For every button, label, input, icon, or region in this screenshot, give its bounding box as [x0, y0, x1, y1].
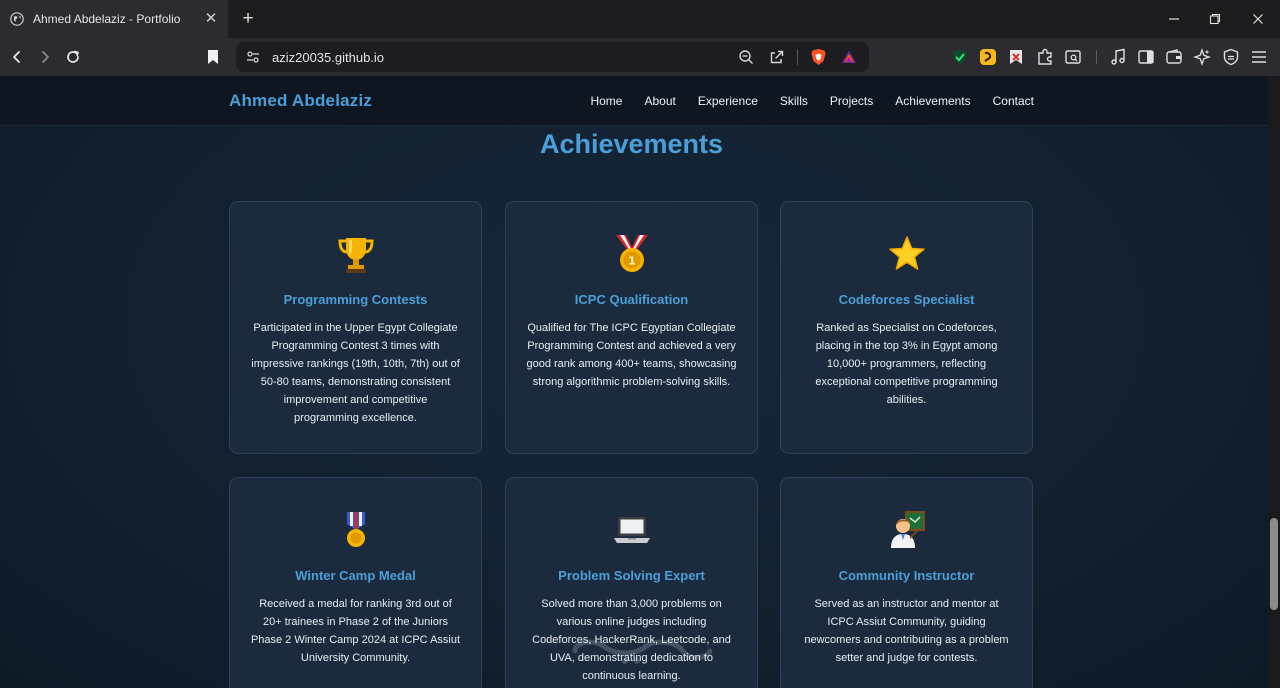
- share-icon[interactable]: [766, 46, 788, 68]
- sidebar-icon[interactable]: [1136, 47, 1156, 67]
- extensions-puzzle-icon[interactable]: [1035, 47, 1055, 67]
- nav-links: Home About Experience Skills Projects Ac…: [590, 94, 1034, 108]
- achievement-card: Programming Contests Participated in the…: [229, 201, 482, 454]
- nav-link-projects[interactable]: Projects: [830, 94, 873, 108]
- card-title: ICPC Qualification: [574, 292, 689, 307]
- save-extension-icon[interactable]: [1006, 47, 1026, 67]
- honey-extension-icon[interactable]: [978, 47, 998, 67]
- card-description: Received a medal for ranking 3rd out of …: [250, 598, 461, 664]
- laptop-icon: [506, 510, 757, 550]
- globe-icon: [10, 12, 24, 26]
- brave-shields-icon[interactable]: [807, 46, 829, 68]
- trophy-icon: [230, 234, 481, 274]
- toolbar-separator: [1096, 50, 1097, 64]
- card-description: Participated in the Upper Egypt Collegia…: [251, 322, 460, 424]
- vpn-extension-icon[interactable]: [950, 47, 970, 67]
- card-title: Codeforces Specialist: [838, 292, 975, 307]
- nav-link-contact[interactable]: Contact: [993, 94, 1034, 108]
- reader-mode-icon[interactable]: [1063, 47, 1083, 67]
- nav-link-about[interactable]: About: [644, 94, 675, 108]
- close-tab-icon[interactable]: ✕: [202, 10, 220, 28]
- leo-ai-icon[interactable]: [1192, 47, 1212, 67]
- brave-rewards-icon[interactable]: [838, 46, 860, 68]
- browser-tab[interactable]: Ahmed Abdelaziz - Portfolio ✕: [0, 0, 228, 38]
- achievement-card: Community Instructor Served as an instru…: [780, 477, 1033, 688]
- achievement-card: Codeforces Specialist Ranked as Speciali…: [780, 201, 1033, 454]
- menu-icon[interactable]: [1249, 47, 1269, 67]
- close-window-icon[interactable]: [1246, 8, 1270, 30]
- card-title: Winter Camp Medal: [295, 568, 416, 583]
- section-title: Achievements: [539, 129, 724, 159]
- site-navbar: Ahmed Abdelaziz Home About Experience Sk…: [0, 76, 1268, 126]
- bookmark-icon[interactable]: [202, 46, 224, 68]
- zoom-icon[interactable]: [735, 46, 757, 68]
- restore-icon[interactable]: [1203, 8, 1227, 30]
- browser-toolbar: aziz20035.github.io: [0, 38, 1280, 76]
- browser-tab-bar: Ahmed Abdelaziz - Portfolio ✕ +: [0, 0, 1280, 38]
- medal-icon: 1: [506, 234, 757, 274]
- nav-link-home[interactable]: Home: [590, 94, 622, 108]
- address-bar[interactable]: aziz20035.github.io: [236, 42, 869, 72]
- vpn-shield-icon[interactable]: [1221, 47, 1241, 67]
- watermark-logo: [565, 631, 715, 671]
- new-tab-button[interactable]: +: [238, 9, 258, 29]
- forward-button[interactable]: [34, 46, 56, 68]
- tab-title: Ahmed Abdelaziz - Portfolio: [33, 12, 181, 26]
- wallet-icon[interactable]: [1164, 47, 1184, 67]
- star-icon: [781, 234, 1032, 274]
- nav-link-achievements[interactable]: Achievements: [895, 94, 970, 108]
- reload-button[interactable]: [62, 46, 84, 68]
- achievement-card: 1 ICPC Qualification Qualified for The I…: [505, 201, 758, 454]
- military-medal-icon: [230, 510, 481, 550]
- minimize-icon[interactable]: [1162, 8, 1186, 30]
- nav-link-skills[interactable]: Skills: [780, 94, 808, 108]
- card-title: Programming Contests: [283, 292, 428, 307]
- url-separator: [797, 49, 798, 65]
- achievement-card: Winter Camp Medal Received a medal for r…: [229, 477, 482, 688]
- card-description: Qualified for The ICPC Egyptian Collegia…: [526, 322, 737, 388]
- back-button[interactable]: [6, 46, 28, 68]
- scrollbar-thumb[interactable]: [1270, 518, 1278, 610]
- site-settings-icon[interactable]: [246, 50, 260, 64]
- card-description: Served as an instructor and mentor at IC…: [804, 598, 1009, 664]
- card-title: Problem Solving Expert: [558, 568, 705, 583]
- card-title: Community Instructor: [838, 568, 975, 583]
- card-description: Ranked as Specialist on Codeforces, plac…: [815, 322, 998, 406]
- site-brand[interactable]: Ahmed Abdelaziz: [229, 91, 372, 111]
- url-text[interactable]: aziz20035.github.io: [272, 50, 735, 65]
- teacher-icon: [781, 510, 1032, 550]
- nav-link-experience[interactable]: Experience: [698, 94, 758, 108]
- svg-text:1: 1: [628, 255, 636, 268]
- music-icon[interactable]: [1108, 47, 1128, 67]
- page-viewport: Ahmed Abdelaziz Home About Experience Sk…: [0, 76, 1268, 688]
